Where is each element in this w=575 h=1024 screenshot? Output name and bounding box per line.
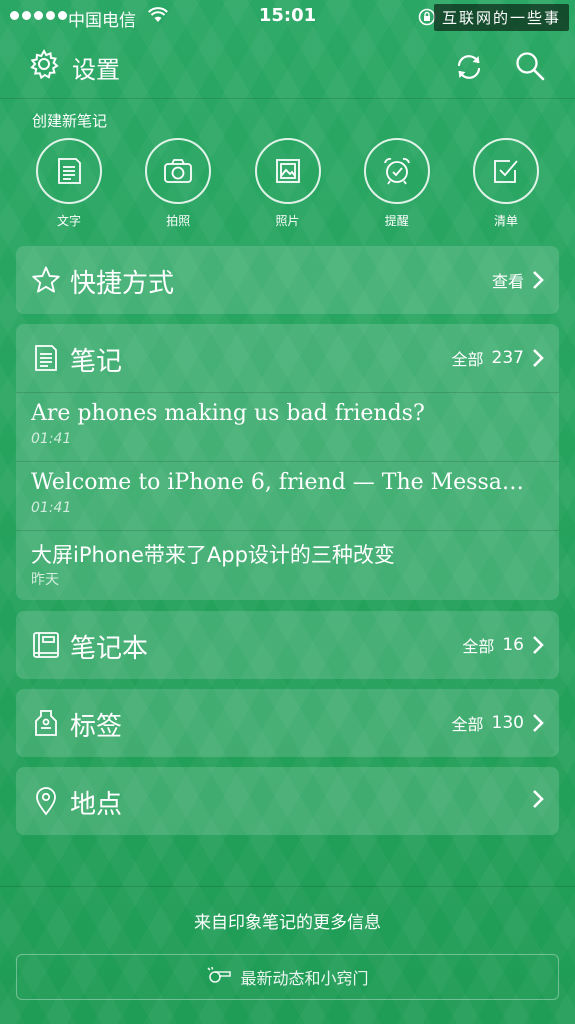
note-icon: [30, 342, 62, 374]
note-title: 大屏iPhone带来了App设计的三种改变: [31, 543, 395, 567]
notes-card: 笔记 全部 237 Are phones making us bad frien…: [16, 324, 559, 600]
tags-card[interactable]: 标签 全部 130: [16, 689, 559, 757]
note-time: 昨天: [31, 572, 59, 588]
notes-header[interactable]: 笔记 全部 237: [16, 324, 559, 392]
note-title: Welcome to iPhone 6, friend — The Messa…: [31, 470, 524, 495]
watermark-label: 互联网的一些事: [433, 4, 569, 31]
settings-label: 设置: [72, 55, 120, 84]
camera-icon: [145, 138, 212, 204]
places-title: 地点: [70, 790, 123, 820]
note-item[interactable]: Are phones making us bad friends? 01:41: [16, 392, 559, 461]
notebook-icon: [30, 629, 62, 661]
notes-list: Are phones making us bad friends? 01:41 …: [16, 392, 559, 599]
create-text-note-button[interactable]: 文字: [34, 138, 104, 229]
create-checklist-label: 清单: [493, 214, 518, 228]
create-reminder-button[interactable]: 提醒: [362, 138, 432, 229]
notes-title: 笔记: [70, 347, 123, 377]
text-note-icon: [36, 138, 102, 204]
chevron-right-icon: [533, 714, 544, 732]
create-reminder-label: 提醒: [384, 214, 409, 228]
note-item[interactable]: 大屏iPhone带来了App设计的三种改变 昨天: [16, 530, 559, 599]
create-camera-label: 拍照: [166, 214, 191, 228]
location-pin-icon: [30, 785, 62, 817]
note-item[interactable]: Welcome to iPhone 6, friend — The Messa……: [16, 461, 559, 530]
places-card[interactable]: 地点: [16, 767, 559, 835]
news-tips-label: 最新动态和小窍门: [240, 969, 369, 988]
create-camera-note-button[interactable]: 拍照: [143, 138, 213, 229]
note-title: Are phones making us bad friends?: [31, 401, 425, 426]
search-icon[interactable]: [514, 50, 546, 86]
chevron-right-icon: [533, 636, 544, 654]
shortcuts-card[interactable]: 快捷方式 查看: [16, 246, 559, 314]
sync-icon[interactable]: [452, 50, 486, 88]
create-checklist-button[interactable]: 清单: [471, 138, 541, 229]
notes-count: 237: [491, 348, 524, 368]
note-time: 01:41: [31, 500, 72, 516]
create-photo-label: 照片: [275, 214, 300, 228]
news-tips-button[interactable]: 最新动态和小窍门: [16, 954, 559, 1000]
notes-all-label: 全部: [451, 350, 484, 369]
star-icon: [30, 264, 62, 296]
create-note-row: 文字 拍照 照片 提醒 清单: [34, 138, 541, 229]
note-time: 01:41: [31, 431, 72, 447]
tag-icon: [30, 707, 62, 739]
notebooks-card[interactable]: 笔记本 全部 16: [16, 611, 559, 679]
notebooks-count: 16: [502, 635, 524, 655]
footer-info-text: 来自印象笔记的更多信息: [194, 913, 381, 933]
footer-divider: [0, 886, 575, 887]
create-note-title: 创建新笔记: [32, 112, 108, 130]
tags-all-label: 全部: [451, 715, 484, 734]
notebooks-title: 笔记本: [70, 634, 149, 664]
settings-button[interactable]: 设置: [28, 48, 120, 86]
gear-icon: [28, 48, 60, 86]
notebooks-all-label: 全部: [462, 637, 495, 656]
app-screen: 中国电信 15:01 互联网的一些事 设置 创建新笔记 文字 拍照 照片 提醒 …: [0, 0, 575, 1024]
create-photo-note-button[interactable]: 照片: [253, 138, 323, 229]
status-bar: 中国电信 15:01 互联网的一些事: [0, 0, 575, 32]
tags-title: 标签: [70, 712, 123, 742]
top-header: 设置: [0, 36, 575, 99]
photo-icon: [254, 138, 321, 204]
tags-count: 130: [491, 713, 524, 733]
chevron-right-icon: [533, 790, 544, 808]
shortcuts-title: 快捷方式: [70, 269, 175, 299]
chevron-right-icon: [533, 271, 544, 289]
create-text-label: 文字: [56, 214, 81, 228]
whistle-icon: [206, 966, 232, 988]
checklist-icon: [473, 138, 539, 204]
shortcuts-view-link[interactable]: 查看: [492, 268, 524, 292]
alarm-icon: [363, 138, 430, 204]
chevron-right-icon: [533, 349, 544, 367]
